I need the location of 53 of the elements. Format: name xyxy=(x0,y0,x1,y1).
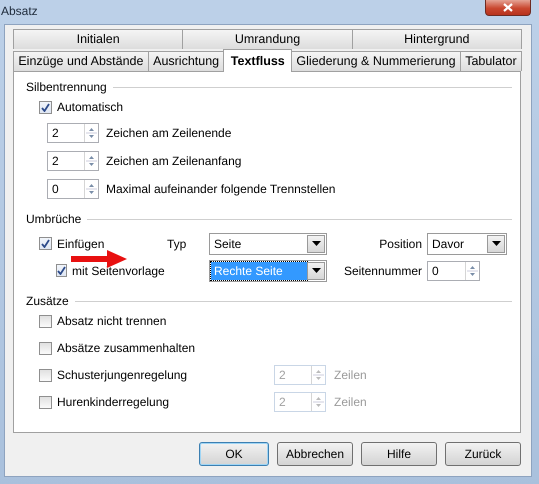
dropdown[interactable]: Seite xyxy=(209,232,327,254)
checkbox[interactable] xyxy=(39,314,52,328)
dialog-button[interactable]: OK xyxy=(199,442,269,466)
spin-field[interactable]: 2 xyxy=(47,123,99,143)
field-label: Typ xyxy=(166,236,188,250)
field-label: Position xyxy=(378,236,423,250)
field-label: Seitennummer xyxy=(342,264,423,278)
caret-icon xyxy=(312,241,320,246)
spin-field[interactable]: 0 xyxy=(427,260,480,280)
dialog-button[interactable]: Hilfe xyxy=(361,442,437,466)
unit-label: Zeilen xyxy=(333,368,368,382)
spin-field[interactable]: 2 xyxy=(47,151,99,171)
checkbox[interactable] xyxy=(56,264,67,277)
caret-icon xyxy=(492,241,500,246)
close-button[interactable] xyxy=(485,0,531,16)
checkbox-label: Absätze zusammenhalten xyxy=(57,341,196,355)
checkbox-label: Automatisch xyxy=(57,100,124,114)
unit-label: Zeilen xyxy=(333,395,368,409)
tab[interactable]: Umrandung xyxy=(182,29,353,49)
dialog-button[interactable]: Zurück xyxy=(445,442,521,466)
checkbox-label: mit Seitenvorlage xyxy=(72,264,165,278)
window-title: Absatz xyxy=(0,3,38,18)
section-title: Silbentrennung xyxy=(26,80,107,94)
field-label: Maximal aufeinander folgende Trennstellen xyxy=(106,182,336,196)
tab[interactable]: Einzüge und Abstände xyxy=(13,51,149,71)
spin-field[interactable]: 0 xyxy=(47,179,99,199)
tab[interactable]: Hintergrund xyxy=(352,29,522,49)
section-title: Zusätze xyxy=(26,294,69,308)
checkbox[interactable] xyxy=(39,342,52,354)
checkbox[interactable] xyxy=(39,368,52,382)
checkbox-label: Schusterjungenregelung xyxy=(57,368,188,382)
checkbox[interactable] xyxy=(39,396,52,408)
tab[interactable]: Tabulator xyxy=(460,51,522,71)
field-label: Zeichen am Zeilenende xyxy=(106,126,232,140)
check-icon xyxy=(41,102,50,112)
tab[interactable]: Ausrichtung xyxy=(148,51,224,71)
close-icon xyxy=(503,3,513,12)
check-icon xyxy=(41,239,50,248)
checkbox[interactable] xyxy=(39,100,52,114)
tab[interactable]: Initialen xyxy=(13,29,184,49)
section-title: Umbrüche xyxy=(26,212,82,226)
annotation-arrow xyxy=(71,250,127,268)
check-icon xyxy=(57,266,66,275)
checkbox-label: Absatz nicht trennen xyxy=(57,314,166,328)
dialog-button[interactable]: Abbrechen xyxy=(277,442,353,466)
tab[interactable]: Textfluss xyxy=(223,49,292,72)
caret-icon xyxy=(312,268,320,273)
checkbox-label: Hurenkinderregelung xyxy=(57,395,170,409)
dropdown[interactable]: Davor xyxy=(427,232,507,254)
field-label: Zeichen am Zeilenanfang xyxy=(106,154,242,168)
checkbox[interactable] xyxy=(39,237,52,250)
checkbox-label: Einfügen xyxy=(57,236,104,250)
tab[interactable]: Gliederung & Nummerierung xyxy=(291,51,461,71)
